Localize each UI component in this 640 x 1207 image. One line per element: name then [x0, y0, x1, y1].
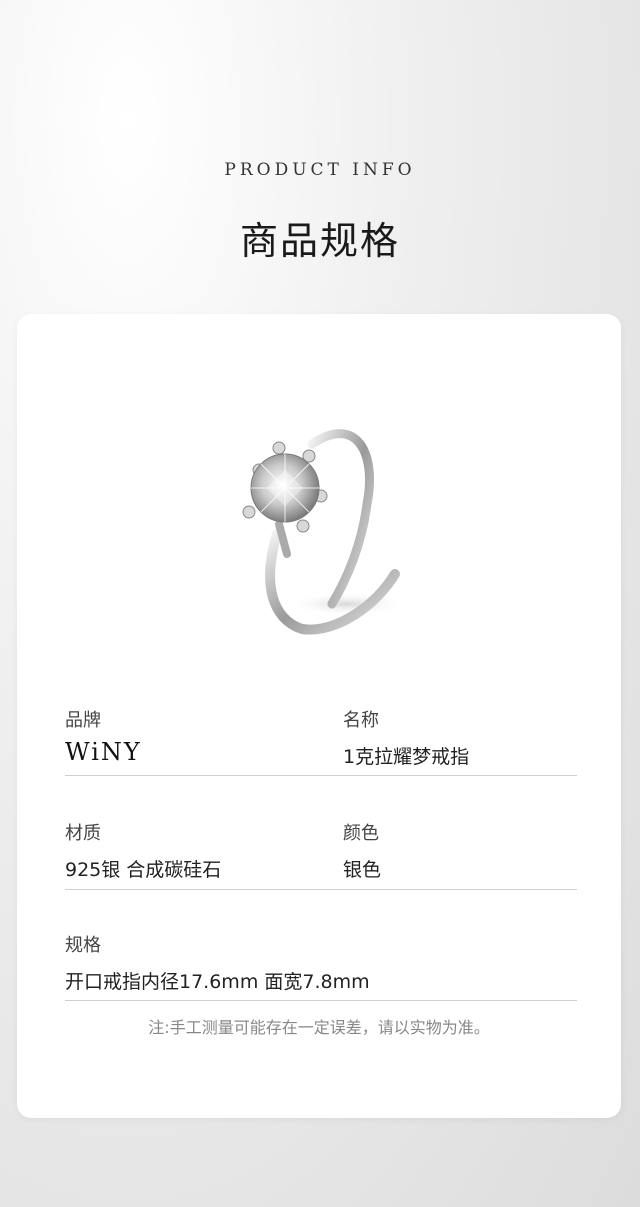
name-label: 名称	[343, 710, 379, 731]
divider	[65, 775, 577, 776]
brand-cell: 品牌 WiNY	[65, 706, 142, 766]
color-value: 银色	[343, 859, 382, 881]
brand-logo: WiNY	[65, 738, 142, 766]
material-label: 材质	[65, 823, 101, 844]
ring-product-image	[242, 429, 407, 635]
header-subtitle: PRODUCT INFO	[224, 160, 416, 180]
size-cell: 规格 开口戒指内径17.6mm 面宽7.8mm	[65, 931, 370, 994]
divider	[65, 1000, 577, 1001]
material-cell: 材质 925银 合成碳硅石	[65, 819, 221, 882]
size-value: 开口戒指内径17.6mm 面宽7.8mm	[65, 971, 370, 993]
material-value: 925银 合成碳硅石	[65, 859, 222, 881]
color-cell: 颜色 银色	[343, 819, 381, 882]
color-label: 颜色	[343, 823, 379, 844]
name-cell: 名称 1克拉耀梦戒指	[343, 706, 469, 769]
page-title: 商品规格	[239, 219, 400, 263]
size-label: 规格	[65, 935, 101, 956]
spec-card: 品牌 WiNY 名称 1克拉耀梦戒指 材质 925银 合成碳硅石 颜色 银色 规…	[17, 314, 621, 1118]
brand-label: 品牌	[65, 710, 101, 731]
name-value: 1克拉耀梦戒指	[343, 746, 470, 768]
divider	[65, 889, 577, 890]
measurement-note: 注:手工测量可能存在一定误差，请以实物为准。	[148, 1018, 490, 1037]
